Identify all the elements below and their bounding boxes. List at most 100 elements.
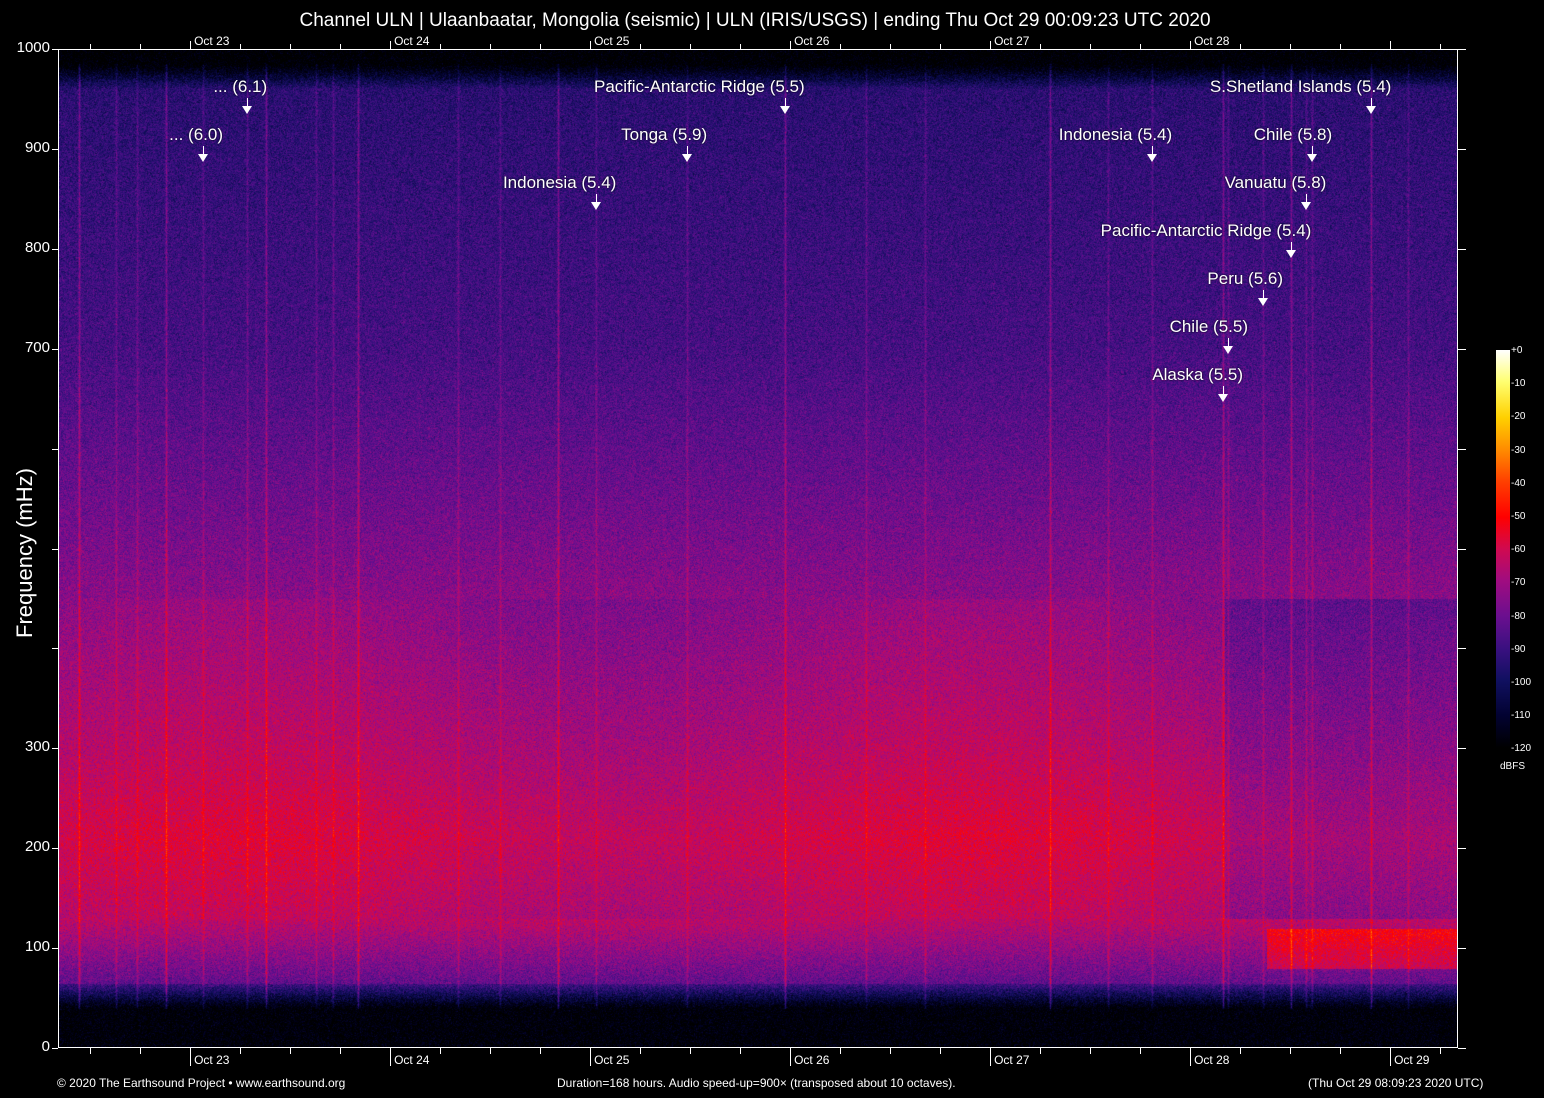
y-tick-right [1458,748,1466,750]
event-label: Alaska (5.5) [1152,365,1243,384]
x-tick-bottom [1290,1048,1292,1054]
x-tick-bottom [90,1048,92,1054]
x-tick-top [1290,44,1292,49]
event-label: Pacific-Antarctic Ridge (5.4) [1100,221,1312,240]
x-tick-bottom [640,1048,642,1054]
x-tick-bottom [140,1048,142,1054]
event-arrow-icon [682,154,693,162]
y-tick-left [52,148,58,150]
x-tick-bottom [940,1048,942,1054]
x-tick-bottom [390,1048,392,1066]
event-arrow-stem [1228,338,1229,346]
y-tick-label: 1000 [16,39,50,56]
x-tick-bottom [1340,1048,1342,1054]
y-tick-label: 900 [24,138,50,156]
x-tick-top [1140,44,1142,49]
y-tick-left [52,49,58,50]
x-tick-label-bottom: Oct 24 [394,1053,430,1067]
x-tick-label-bottom: Oct 28 [1194,1053,1230,1067]
event-label: Peru (5.6) [1207,269,1283,288]
event-label: Tonga (5.9) [621,125,708,144]
colorbar-tick-label: -50 [1511,511,1526,522]
x-tick-top [690,44,692,49]
colorbar-unit: dBFS [1500,761,1526,772]
footer-timestamp: (Thu Oct 29 08:09:23 2020 UTC) [1308,1076,1484,1090]
x-tick-label-bottom: Oct 29 [1394,1053,1430,1067]
x-tick-bottom [1040,1048,1042,1054]
event-arrow-icon [1286,250,1297,258]
event-arrow-stem [203,146,204,154]
x-tick-top [1240,44,1242,49]
event-arrow-icon [198,154,208,162]
event-arrow-icon [779,106,790,114]
y-tick-right [1458,248,1466,250]
colorbar-tick-label: -60 [1511,544,1526,556]
x-tick-top [190,41,192,49]
x-tick-top [340,44,342,49]
y-tick-right [1458,348,1466,350]
y-axis-label: Frequency (mHz) [12,468,37,638]
x-tick-top [1190,41,1192,49]
event-arrow-icon [591,202,602,210]
x-tick-top [1040,44,1042,49]
y-tick-right [1458,848,1466,850]
event-arrow-stem [1263,290,1264,298]
event-arrow-icon [1258,298,1268,306]
x-tick-top [490,44,492,49]
event-arrow-stem [1291,242,1293,250]
x-tick-top [440,44,442,49]
y-tick-label: 700 [24,338,50,356]
x-tick-top [840,44,842,49]
x-tick-bottom [1190,1048,1192,1066]
x-tick-top [990,41,992,49]
y-tick-left [52,1048,58,1049]
x-tick-top [240,44,242,49]
event-label: Indonesia (5.4) [1058,125,1173,144]
colorbar-tick-label: -30 [1511,444,1526,456]
spectrogram-heatmap [58,49,1458,1048]
spectrogram-plot [58,49,1458,1048]
event-arrow-icon [1223,346,1233,354]
x-tick-top [1090,44,1092,49]
event-arrow-stem [1152,146,1154,154]
x-tick-label-top: Oct 24 [394,34,430,48]
event-arrow-stem [247,98,249,106]
colorbar-tick-label: -90 [1511,643,1526,655]
y-tick-right [1458,49,1466,50]
chart-title: Channel ULN | Ulaanbaatar, Mongolia (sei… [299,10,1211,31]
y-tick-right [1458,1048,1466,1049]
colorbar-tick-label: -20 [1511,411,1526,423]
colorbar-tick-label: -110 [1511,710,1531,722]
x-tick-top [390,41,392,49]
x-tick-top [90,44,92,49]
y-tick-right [1458,448,1466,450]
x-tick-top [290,44,292,49]
y-tick-left [52,848,58,850]
colorbar-tick-label: -70 [1511,577,1526,589]
x-tick-bottom [890,1048,892,1054]
event-arrow-stem [687,146,689,154]
footer-copyright: © 2020 The Earthsound Project • www.eart… [57,1076,346,1090]
x-tick-bottom [990,1048,992,1066]
event-label: ... (6.0) [169,125,223,144]
x-tick-label-top: Oct 28 [1194,34,1230,48]
x-tick-top [640,44,642,49]
event-arrow-stem [1223,386,1224,394]
event-arrow-icon [1301,202,1312,210]
y-tick-label: 0 [41,1038,50,1055]
x-tick-bottom [490,1048,492,1054]
event-arrow-icon [242,106,253,114]
x-tick-label-bottom: Oct 27 [994,1053,1030,1067]
y-tick-label: 800 [24,238,50,256]
event-arrow-stem [1371,98,1373,106]
x-tick-bottom [840,1048,842,1054]
x-tick-label-top: Oct 26 [794,34,830,48]
x-tick-bottom [790,1048,792,1066]
colorbar-tick-label: -100 [1511,677,1532,688]
event-arrow-stem [1306,194,1308,202]
x-tick-bottom [540,1048,542,1054]
x-tick-top [540,44,542,49]
event-label: Vanuatu (5.8) [1224,173,1327,192]
event-label: ... (6.1) [213,77,268,96]
y-tick-left [52,348,58,350]
